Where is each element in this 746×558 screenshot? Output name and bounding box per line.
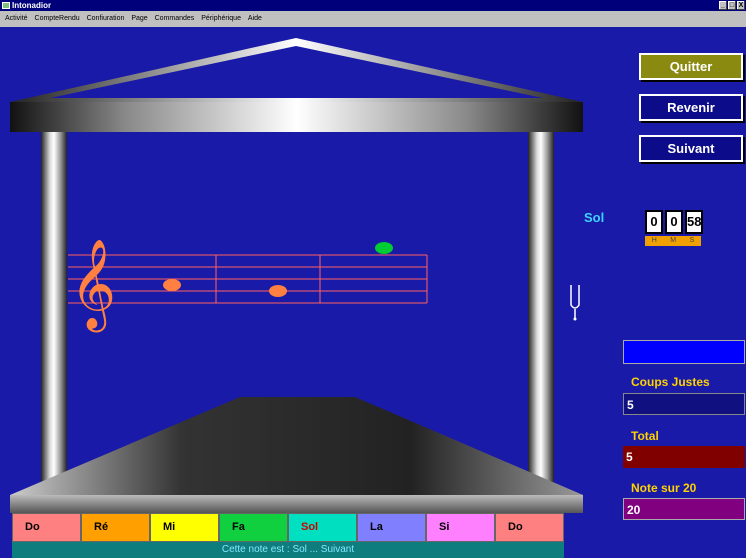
timer-hours: 0 (645, 210, 663, 234)
temple-beam (10, 102, 583, 132)
total-label: Total (631, 429, 659, 443)
temple-roof (10, 38, 583, 102)
played-note-2 (269, 285, 287, 297)
timer: 0 0 58 (645, 210, 703, 234)
menu-commandes[interactable]: Commandes (155, 15, 195, 22)
maximize-button[interactable]: □ (728, 1, 736, 10)
menu-activite[interactable]: Activité (5, 15, 28, 22)
menu-compterendu[interactable]: CompteRendu (35, 15, 80, 22)
status-bar: Cette note est : Sol ... Suivant (12, 542, 564, 558)
played-note-1 (163, 279, 181, 291)
app-icon (2, 2, 10, 9)
temple-base (10, 495, 583, 513)
current-note-label: Sol (584, 210, 605, 225)
menu-peripherique[interactable]: Périphérique (201, 15, 241, 22)
note-button-do[interactable]: Do (12, 513, 81, 542)
coups-justes-value: 5 (623, 393, 745, 415)
temple-floor (10, 397, 583, 495)
timer-label-h: H (651, 237, 657, 244)
quitter-button[interactable]: Quitter (639, 53, 743, 80)
menu-page[interactable]: Page (131, 15, 147, 22)
note-sur-label: Note sur 20 (631, 481, 697, 495)
timer-labels: H M S (645, 236, 701, 246)
coups-justes-label: Coups Justes (631, 375, 710, 389)
note-button-sol[interactable]: Sol (288, 513, 357, 542)
timer-minutes: 0 (665, 210, 683, 234)
note-button-mi[interactable]: Mi (150, 513, 219, 542)
note-sur-value: 20 (623, 498, 745, 520)
menu-bar: Activité CompteRendu Confiuration Page C… (0, 11, 746, 27)
title-bar: Intonadior _ □ X (0, 0, 746, 11)
timer-seconds: 58 (685, 210, 703, 234)
note-button-si[interactable]: Si (426, 513, 495, 542)
menu-configuration[interactable]: Confiuration (87, 15, 125, 22)
window-title: Intonadior (12, 1, 52, 10)
tuning-fork-icon[interactable] (568, 285, 582, 321)
treble-clef-icon: 𝄞 (70, 239, 116, 333)
target-note (375, 242, 393, 254)
note-buttons-bar: Do Ré Mi Fa Sol La Si Do (12, 513, 564, 542)
revenir-button[interactable]: Revenir (639, 94, 743, 121)
timer-label-s: S (689, 237, 695, 244)
minimize-button[interactable]: _ (719, 1, 727, 10)
note-button-fa[interactable]: Fa (219, 513, 288, 542)
suivant-button[interactable]: Suivant (639, 135, 743, 162)
close-button[interactable]: X (737, 1, 745, 10)
note-button-do-high[interactable]: Do (495, 513, 564, 542)
note-button-la[interactable]: La (357, 513, 426, 542)
input-display-box (623, 340, 745, 364)
note-button-re[interactable]: Ré (81, 513, 150, 542)
timer-label-m: M (670, 237, 677, 244)
menu-aide[interactable]: Aide (248, 15, 262, 22)
total-value: 5 (623, 446, 745, 468)
